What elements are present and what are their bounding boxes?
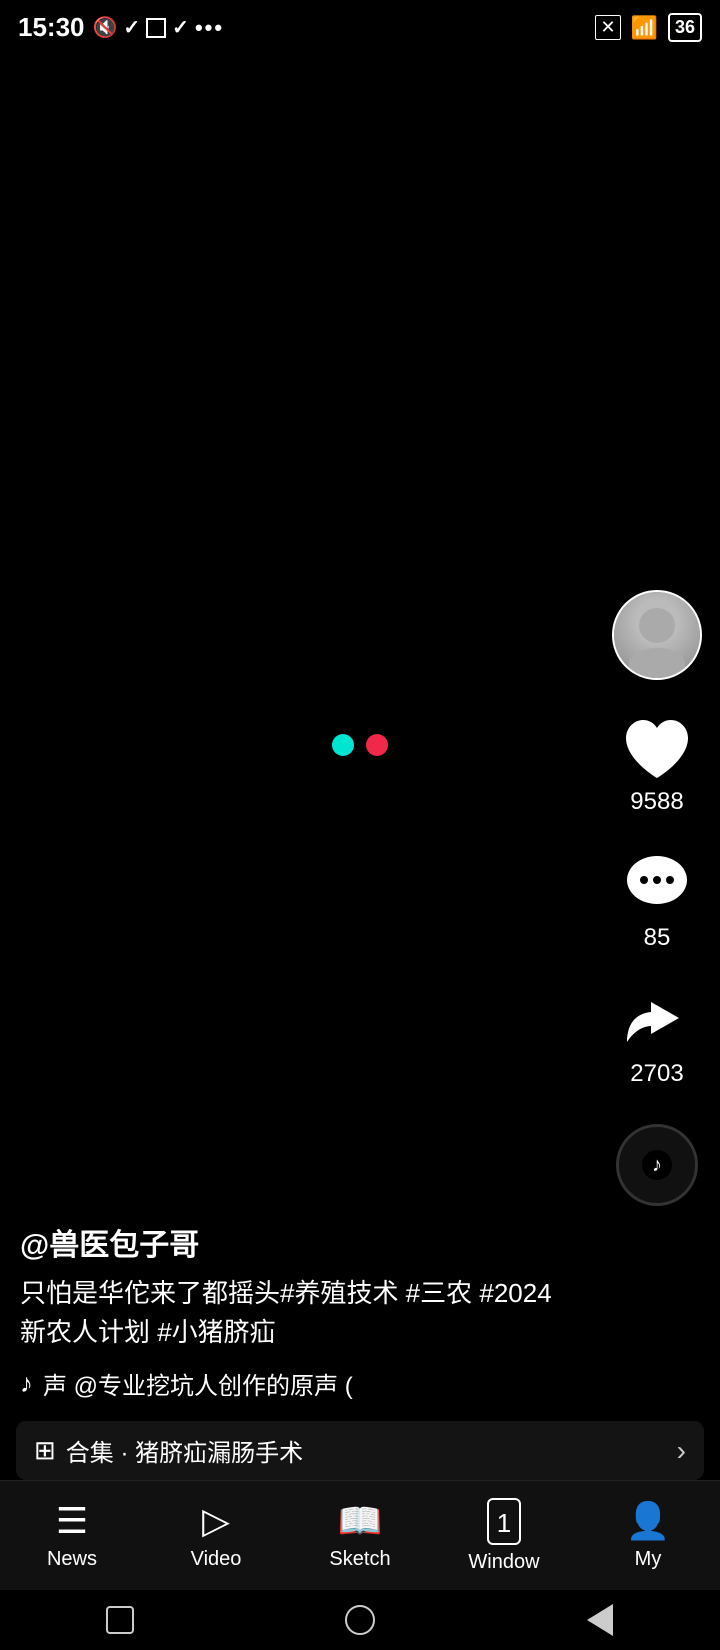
my-icon: 👤 [626,1500,671,1542]
layers-icon: ⊞ [34,1435,56,1466]
check2-icon: ✓ [172,15,189,40]
sys-back-button[interactable] [579,1599,621,1641]
system-nav-bar [0,1590,720,1650]
sys-square-button[interactable] [99,1599,141,1641]
author-avatar-container[interactable] [612,590,702,680]
video-info-overlay: @兽医包子哥 只怕是华佗来了都摇头#养殖技术 #三农 #2024新农人计划 #小… [0,1220,590,1435]
wifi-icon: 📶 [631,15,658,41]
music-icon: ♪ [20,1368,33,1399]
sim-icon: ✕ [595,15,620,40]
nav-item-video[interactable]: ▷ Video [144,1500,288,1571]
like-button[interactable] [621,716,693,782]
status-bar: 15:30 🔇 ✓ ✓ ••• ✕ 📶 36 [0,0,720,55]
sketch-icon: 📖 [338,1500,383,1542]
dots-icon: ••• [195,15,224,41]
nav-item-my[interactable]: 👤 My [576,1500,720,1571]
status-right-icons: ✕ 📶 36 [595,13,702,42]
square-icon [146,18,166,38]
like-count: 9588 [630,788,683,816]
video-username[interactable]: @兽医包子哥 [20,1220,570,1264]
sketch-label: Sketch [329,1548,390,1571]
dot-red [366,734,388,756]
triangle-nav-icon [587,1604,613,1636]
comment-count: 85 [644,924,671,952]
share-button[interactable] [621,988,693,1054]
square-nav-icon [106,1606,134,1634]
share-count: 2703 [630,1060,683,1088]
collection-row-container[interactable]: ⊞ 合集 · 猪脐疝漏肠手术 › [16,1421,704,1480]
mute-icon: 🔇 [93,15,118,40]
comment-button[interactable] [621,852,693,918]
music-disc[interactable]: ♪ [616,1124,698,1206]
collection-row[interactable]: ⊞ 合集 · 猪脐疝漏肠手术 › [16,1421,704,1480]
loading-indicator [332,734,388,756]
circle-nav-icon [345,1605,375,1635]
video-description: 只怕是华佗来了都摇头#养殖技术 #三农 #2024新农人计划 #小猪脐疝 [20,1274,570,1352]
window-label: Window [468,1551,539,1574]
video-label: Video [191,1548,242,1571]
window-icon-container: 1 [487,1498,521,1545]
status-time: 15:30 🔇 ✓ ✓ ••• [18,12,224,43]
dot-cyan [332,734,354,756]
author-avatar[interactable] [612,590,702,680]
music-text: 声 @专业挖坑人创作的原声 ( [43,1366,353,1401]
comment-button-container[interactable]: 85 [621,852,693,952]
like-button-container[interactable]: 9588 [621,716,693,816]
share-button-container[interactable]: 2703 [621,988,693,1088]
music-info-row[interactable]: ♪ 声 @专业挖坑人创作的原声 ( [20,1366,570,1401]
check-icon: ✓ [123,15,140,40]
my-label: My [635,1548,662,1571]
tiktok-logo: ♪ [652,1154,662,1177]
nav-item-news[interactable]: ☰ News [0,1500,144,1571]
status-icons: 🔇 ✓ ✓ ••• [93,15,225,41]
collection-label: 合集 · 猪脐疝漏肠手术 [66,1433,303,1468]
battery-indicator: 36 [668,13,702,42]
news-label: News [47,1548,97,1571]
right-action-bar: 9588 85 2703 ♪ [612,590,702,1206]
nav-item-sketch[interactable]: 📖 Sketch [288,1500,432,1571]
news-icon: ☰ [56,1500,88,1542]
video-icon: ▷ [202,1500,230,1542]
bottom-nav: ☰ News ▷ Video 📖 Sketch 1 Window 👤 My [0,1480,720,1590]
sys-home-button[interactable] [339,1599,381,1641]
nav-item-window[interactable]: 1 Window [432,1498,576,1574]
window-icon: 1 [487,1498,521,1545]
collection-arrow-icon: › [677,1435,686,1467]
